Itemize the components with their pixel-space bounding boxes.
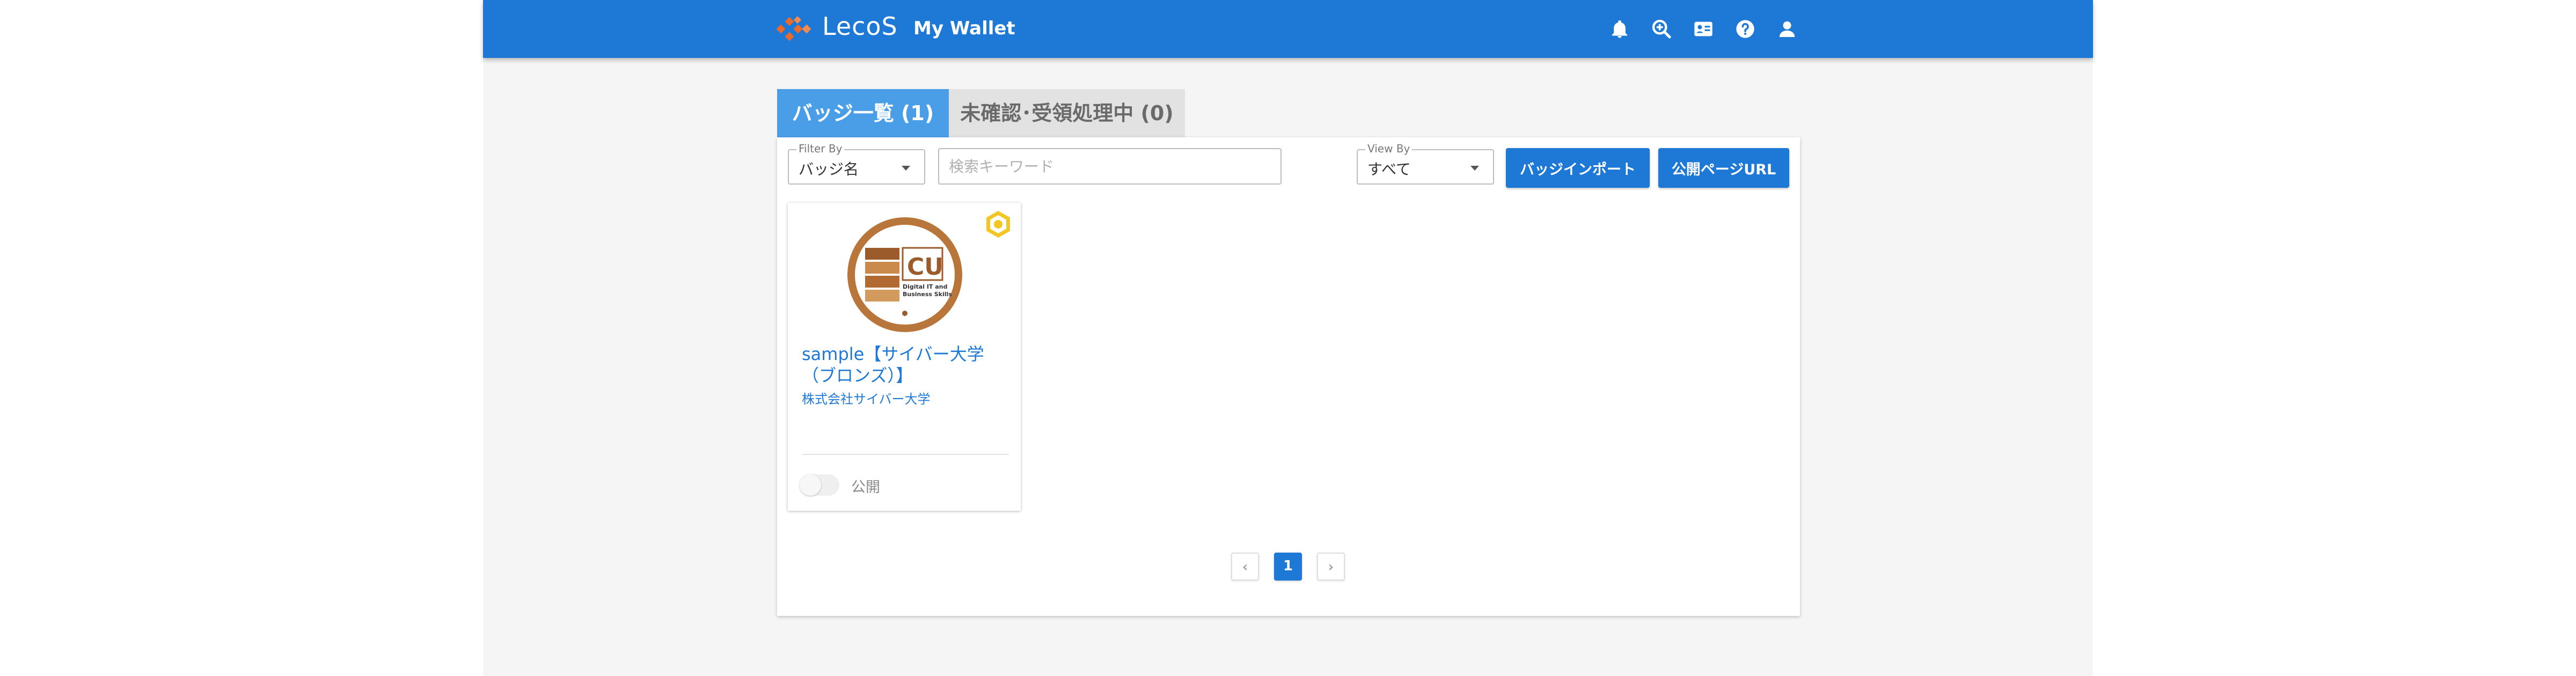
app-title: My Wallet: [913, 18, 1015, 39]
filter-by-legend: Filter By: [796, 143, 845, 155]
view-by-select[interactable]: View By すべて: [1357, 143, 1494, 185]
brand-name: LecoS: [822, 12, 898, 41]
pagination-page-button[interactable]: 1: [1274, 553, 1302, 581]
badge-card[interactable]: CU Digital IT and Business Skills sample…: [788, 203, 1021, 511]
lecos-logo-icon: [776, 16, 811, 41]
badge-panel: Filter By バッジ名 View By すべて バッジインポート 公開ペー…: [777, 137, 1800, 616]
pagination-prev-button[interactable]: ‹: [1231, 553, 1259, 581]
top-header: LecoS My Wallet: [483, 0, 2093, 58]
view-by-legend: View By: [1365, 143, 1413, 155]
pagination-next-button[interactable]: ›: [1317, 553, 1345, 581]
badge-issuer: 株式会社サイバー大学: [802, 392, 931, 407]
chevron-down-icon: [902, 166, 910, 171]
id-card-icon[interactable]: [1693, 18, 1714, 40]
toggle-knob: [800, 474, 821, 496]
badge-title[interactable]: sample【サイバー大学（ブロンズ）】: [802, 343, 1011, 386]
bell-icon[interactable]: [1609, 18, 1630, 40]
view-by-value: すべて: [1367, 160, 1411, 178]
help-icon[interactable]: [1735, 18, 1756, 40]
search-input[interactable]: [938, 148, 1282, 185]
public-toggle-label: 公開: [851, 479, 880, 496]
zoom-search-icon[interactable]: [1651, 18, 1672, 40]
badge-import-button[interactable]: バッジインポート: [1506, 148, 1650, 188]
badge-image-mark: CU: [907, 253, 943, 281]
user-icon[interactable]: [1776, 18, 1798, 40]
tab-pending[interactable]: 未確認･受領処理中 (0): [949, 89, 1185, 137]
badge-image-line1: Digital IT and: [903, 283, 947, 290]
tab-badge-list[interactable]: バッジ一覧 (1): [777, 89, 949, 137]
card-divider: [802, 454, 1009, 455]
filter-by-value: バッジ名: [799, 160, 859, 178]
public-toggle[interactable]: [800, 474, 839, 496]
badge-hexagon-icon: [986, 211, 1010, 238]
badge-image: CU Digital IT and Business Skills: [847, 217, 962, 332]
app-container: LecoS My Wallet バッジ一覧 (1) 未確認･受領処理中 (0) …: [483, 0, 2093, 676]
public-url-button[interactable]: 公開ページURL: [1658, 148, 1789, 188]
chevron-down-icon: [1470, 166, 1479, 171]
badge-image-line2: Business Skills: [903, 291, 952, 298]
filter-by-select[interactable]: Filter By バッジ名: [788, 143, 925, 185]
